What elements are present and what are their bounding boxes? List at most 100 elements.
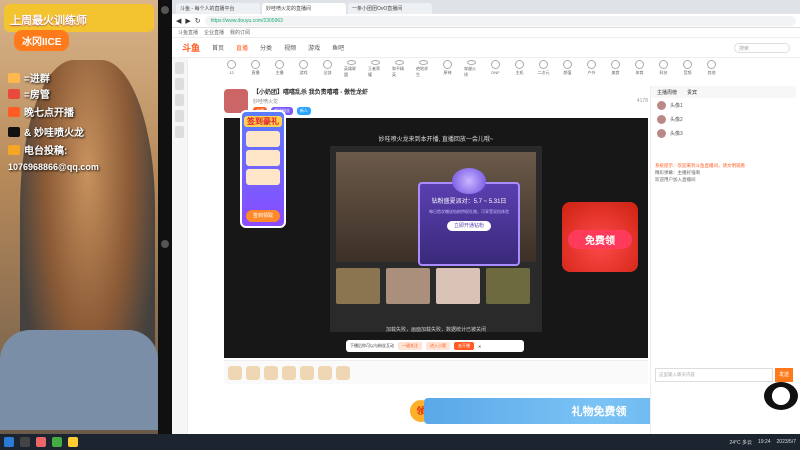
gift-item[interactable] xyxy=(300,365,314,380)
category-item[interactable]: DNF xyxy=(488,60,503,78)
overlay-banner: 上周最火训练师 xyxy=(4,4,154,32)
clock-time[interactable]: 19:24 xyxy=(758,439,771,446)
signin-button[interactable]: 签到领取 xyxy=(246,210,280,222)
gift-bar xyxy=(224,360,648,384)
left-nav-item[interactable] xyxy=(175,126,184,138)
rank-user-name: 头像2 xyxy=(670,116,683,123)
gift-item[interactable] xyxy=(336,365,350,380)
nav-game[interactable]: 游戏 xyxy=(308,43,320,52)
category-label: 户外 xyxy=(587,70,596,75)
replay-thumb[interactable] xyxy=(336,268,380,304)
category-item[interactable]: 二次元 xyxy=(536,60,551,78)
strip-icon[interactable] xyxy=(161,6,169,14)
rank-user-name: 头像1 xyxy=(670,102,683,109)
free-claim-promo[interactable]: 免费领 xyxy=(562,202,638,272)
back-icon[interactable]: ◀ xyxy=(176,17,181,25)
rank-user[interactable]: 头像3 xyxy=(651,126,796,140)
category-item[interactable]: 美食 xyxy=(608,60,623,78)
bookmark-item[interactable]: 我的订阅 xyxy=(230,29,250,36)
app-icon[interactable] xyxy=(52,437,62,447)
nav-category[interactable]: 分类 xyxy=(260,43,272,52)
category-item[interactable]: 全部 xyxy=(320,60,335,78)
category-item[interactable]: 主机 xyxy=(512,60,527,78)
replay-thumb[interactable] xyxy=(436,268,480,304)
tab-vip[interactable]: 贵宾 xyxy=(687,89,697,96)
left-nav-item[interactable] xyxy=(175,62,184,74)
category-item[interactable]: 颜值 xyxy=(560,60,575,78)
category-icon xyxy=(347,60,356,65)
gift-item[interactable] xyxy=(228,365,242,380)
category-item[interactable]: 科技 xyxy=(656,60,671,78)
rank-user[interactable]: 头像1 xyxy=(651,98,796,112)
category-item[interactable]: 音频 xyxy=(680,60,695,78)
left-nav-item[interactable] xyxy=(175,78,184,90)
rank-user[interactable]: 头像2 xyxy=(651,112,796,126)
overlay-text: 1076968866@qq.com xyxy=(8,162,99,172)
search-input[interactable]: 搜索 xyxy=(734,42,790,53)
category-item[interactable]: 穿越火线 xyxy=(464,60,479,78)
clock-date[interactable]: 2023/5/7 xyxy=(777,439,796,446)
category-item[interactable]: 英雄联盟 xyxy=(344,60,359,78)
douyu-logo[interactable]: 斗鱼 xyxy=(182,41,200,54)
category-item[interactable]: 王者荣耀 xyxy=(368,60,383,78)
chat-list: 系统提示：欢迎来到斗鱼直播间，请文明观看 精彩弹幕：主播好强啊 欢迎用户加入直播… xyxy=(655,162,792,312)
send-button[interactable]: 发送 xyxy=(775,368,793,382)
category-item[interactable]: 游戏 xyxy=(296,60,311,78)
forward-icon[interactable]: ▶ xyxy=(185,17,190,25)
category-icon xyxy=(251,60,260,69)
refresh-icon[interactable]: ↻ xyxy=(195,17,201,25)
category-icon xyxy=(275,60,284,69)
gift-item[interactable] xyxy=(264,365,278,380)
open-diamond-fan-button[interactable]: 立即开通钻粉 xyxy=(447,221,491,231)
replay-thumb[interactable] xyxy=(486,268,530,304)
category-label: 颜值 xyxy=(563,70,572,75)
gift-item[interactable] xyxy=(318,365,332,380)
app-icon[interactable] xyxy=(36,437,46,447)
left-nav-item[interactable] xyxy=(175,94,184,106)
chat-input[interactable]: 这里输入聊天内容 xyxy=(655,368,773,382)
go-live-button[interactable]: 去开播 xyxy=(454,342,474,350)
bookmark-item[interactable]: 斗鱼直播 xyxy=(178,29,198,36)
app-icon[interactable] xyxy=(68,437,78,447)
category-item[interactable]: 绝地求生 xyxy=(416,60,431,78)
overlay-line-group: =进群 xyxy=(8,70,50,85)
gift-item[interactable] xyxy=(282,365,296,380)
category-item[interactable]: 直播 xyxy=(248,60,263,78)
category-item[interactable]: 户外 xyxy=(584,60,599,78)
room-subtitle[interactable]: 妙哇喷火龙 xyxy=(253,98,368,105)
category-item[interactable]: 12 xyxy=(224,60,239,78)
follow-button[interactable]: 一键关注 xyxy=(398,342,422,350)
browser-tab-active[interactable]: 妙哇喷火龙的直播间 xyxy=(262,3,346,14)
category-item[interactable]: 原神 xyxy=(440,60,455,78)
nav-video[interactable]: 视频 xyxy=(284,43,296,52)
url-field[interactable]: https://www.douyu.com/2305963 xyxy=(204,15,796,26)
search-icon[interactable] xyxy=(20,437,30,447)
left-nav-item[interactable] xyxy=(175,110,184,122)
category-icon xyxy=(611,60,620,69)
nav-live[interactable]: 直播 xyxy=(236,43,248,52)
rank-user-name: 头像3 xyxy=(670,130,683,137)
category-item[interactable]: 其他 xyxy=(704,60,719,78)
bookmark-item[interactable]: 企业直播 xyxy=(204,29,224,36)
close-icon[interactable]: ✕ xyxy=(478,344,481,349)
enter-nest-button[interactable]: 进入小窝 xyxy=(426,342,450,350)
windows-start-icon[interactable] xyxy=(4,437,14,447)
fan-group-icon xyxy=(8,72,20,83)
overlay-line-time: 晚七点开播 xyxy=(8,104,74,119)
weather-label[interactable]: 24°C 多云 xyxy=(729,439,752,446)
tab-weekly-rank[interactable]: 主播周榜 xyxy=(657,89,677,96)
nav-fishbar[interactable]: 鱼吧 xyxy=(332,43,344,52)
avatar xyxy=(657,128,666,138)
browser-tab[interactable]: 一条小团团OvO直播间 xyxy=(348,3,432,14)
browser-tab[interactable]: 斗鱼 - 每个人的直播平台 xyxy=(176,3,260,14)
category-label: DNF xyxy=(491,70,500,75)
category-item[interactable]: 和平精英 xyxy=(392,60,407,78)
category-item[interactable]: 体育 xyxy=(632,60,647,78)
strip-icon[interactable] xyxy=(161,240,169,248)
player-status-text: 加载失败，画面加载失败，数据统计已被关闭 xyxy=(385,327,486,333)
gift-item[interactable] xyxy=(246,365,260,380)
replay-thumb[interactable] xyxy=(386,268,430,304)
bookmark-bar: 斗鱼直播 企业直播 我的订阅 xyxy=(172,28,800,38)
category-item[interactable]: 主播 xyxy=(272,60,287,78)
nav-home[interactable]: 首页 xyxy=(212,43,224,52)
